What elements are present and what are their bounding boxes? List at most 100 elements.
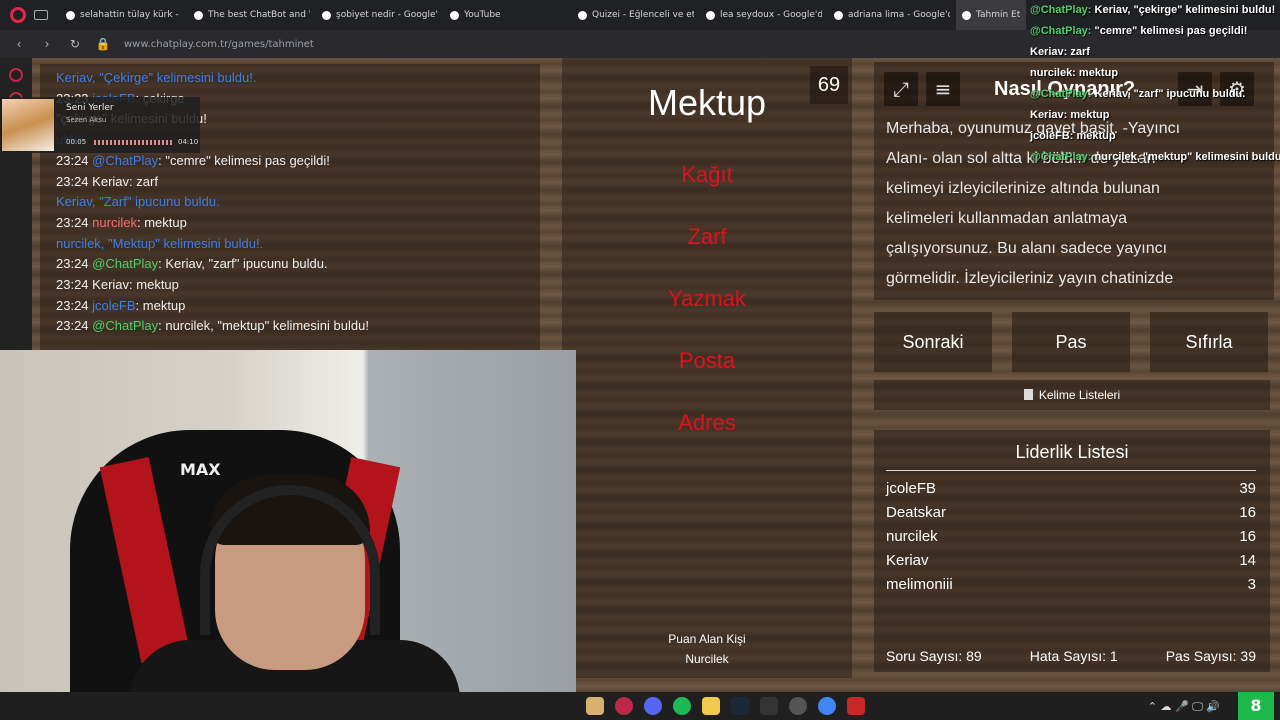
browser-tab[interactable]: The best ChatBot and Wid [188, 0, 316, 30]
document-icon[interactable]: ≡ [926, 72, 960, 106]
chat-message: 23:24 jcoleFB: mektup [56, 296, 524, 317]
app-icon[interactable] [789, 697, 807, 715]
chat-username[interactable]: @ChatPlay [92, 256, 158, 271]
folder-icon[interactable] [702, 697, 720, 715]
browser-tab[interactable]: Tahmin Et - [956, 0, 1026, 30]
chat-text: : mektup [135, 297, 186, 313]
overlay-chat-message: @ChatPlay: Keriav, "çekirge" kelimesini … [1030, 0, 1280, 21]
leaderboard-score: 16 [1239, 528, 1256, 545]
divider [886, 470, 1256, 471]
song-title: Seni Yerler [66, 103, 114, 113]
chat-message: 23:24 @ChatPlay: Keriav, "zarf" ipucunu … [56, 254, 524, 275]
app-icon[interactable] [760, 697, 778, 715]
overlay-chat-user: nurcilek: [1030, 67, 1076, 79]
tab-overview-icon[interactable] [34, 10, 48, 20]
overlay-chat-text: nurcilek, "mektup" kelimesini buldu! [1091, 151, 1280, 163]
overlay-chat: @ChatPlay: Keriav, "çekirge" kelimesini … [1030, 0, 1280, 190]
chat-text: : mektup [136, 214, 187, 230]
chat-username[interactable]: @ChatPlay [92, 153, 158, 168]
chat-time: 23:24 [56, 297, 89, 313]
tab-favicon-icon [706, 10, 715, 20]
browser-tab[interactable]: lea seydoux - Google'da A [700, 0, 828, 30]
reset-button[interactable]: Sıfırla [1150, 312, 1268, 372]
chat-username[interactable]: @ChatPlay [92, 318, 158, 333]
word-lists-button[interactable]: Kelime Listeleri [874, 380, 1270, 410]
leaderboard-row: jcoleFB 39 [886, 480, 1256, 502]
tab-favicon-icon [578, 10, 587, 20]
chat-text: : nurcilek, "mektup" kelimesini buldu! [158, 318, 369, 334]
chrome-icon[interactable] [818, 697, 836, 715]
song-waveform [94, 140, 172, 145]
chat-username[interactable]: nurcilek [92, 215, 137, 230]
overlay-chat-user: @ChatPlay: [1030, 25, 1092, 37]
chat-username[interactable]: Keriav [92, 174, 129, 189]
overlay-chat-user: @ChatPlay: [1030, 151, 1092, 163]
chat-time: 23:24 [56, 318, 89, 334]
opera-logo-icon[interactable] [10, 7, 26, 23]
tab-label: Tahmin Et - [976, 10, 1020, 20]
tab-favicon-icon [194, 10, 203, 20]
scorer-name: Nurcilek [685, 652, 729, 666]
browser-tab[interactable]: şobiyet nedir - Google'da [316, 0, 444, 30]
back-icon[interactable]: ‹ [10, 37, 28, 51]
system-tray[interactable]: ⌃ ☁ 🎤 🖵 🔊 [1148, 700, 1220, 714]
error-count: Hata Sayısı: 1 [1029, 648, 1118, 664]
chat-username[interactable]: jcoleFB [92, 298, 135, 313]
webcam-feed: MAX [0, 350, 576, 692]
chat-username[interactable]: Keriav, [56, 70, 96, 85]
chat-username[interactable]: nurcilek, [56, 236, 104, 251]
overlay-chat-text: zarf [1067, 46, 1090, 58]
app-icon[interactable] [586, 697, 604, 715]
app-icon[interactable] [847, 697, 865, 715]
target-word: Mektup [647, 82, 767, 123]
tab-label: selahattin tülay kürk - Goo [80, 10, 182, 20]
tab-label: adriana lima - Google'da A [848, 10, 950, 20]
fullscreen-icon[interactable]: ⤢ [884, 72, 918, 106]
chat-text: : zarf [129, 173, 158, 189]
browser-tab[interactable]: adriana lima - Google'da A [828, 0, 956, 30]
chat-username[interactable]: Keriav [92, 277, 129, 292]
tab-favicon-icon [834, 10, 843, 20]
leaderboard-name: Deatskar [886, 504, 947, 521]
leaderboard-name: jcoleFB [886, 480, 937, 497]
chair-logo: MAX [180, 460, 221, 479]
browser-tab[interactable]: selahattin tülay kürk - Goo [60, 0, 188, 30]
leaderboard-row: nurcilek 16 [886, 528, 1256, 550]
spotify-icon[interactable] [673, 697, 691, 715]
scorer-label: Puan Alan Kişi [668, 632, 746, 646]
opera-taskbar-icon[interactable] [615, 697, 633, 715]
leaderboard-name: Keriav [886, 552, 929, 569]
chat-time: 23:24 [56, 256, 89, 272]
url-field[interactable]: www.chatplay.com.tr/games/tahminet [124, 39, 314, 50]
tab-favicon-icon [450, 10, 459, 20]
chat-text: "Zarf" ipucunu buldu. [95, 194, 220, 210]
forbidden-word: Zarf [687, 224, 727, 249]
steam-icon[interactable] [731, 697, 749, 715]
overlay-chat-text: mektup [1075, 67, 1119, 79]
leaderboard-name: melimoniii [886, 576, 953, 593]
browser-tab[interactable]: YouTube [444, 0, 572, 30]
discord-icon[interactable] [644, 697, 662, 715]
corner-logo: 8 [1238, 692, 1274, 720]
chat-text: : mektup [129, 277, 179, 293]
chat-message: Keriav, "Çekirge" kelimesini buldu!. [56, 68, 524, 89]
chat-message: 23:24 @ChatPlay: "cemre" kelimesi pas ge… [56, 151, 524, 172]
chat-text: : Keriav, "zarf" ipucunu buldu. [158, 256, 328, 272]
sidebar-messenger-icon[interactable] [9, 68, 23, 82]
streamer-word-panel: 69 Mektup Kağıt Zarf Yazmak Posta Adres Puan… [562, 58, 852, 678]
leaderboard-score: 3 [1247, 576, 1256, 593]
lock-icon: 🔒 [95, 37, 111, 51]
leaderboard-panel: Liderlik Listesi jcoleFB 39 Deatskar 16 nurc… [874, 430, 1270, 672]
tab-label: lea seydoux - Google'da A [720, 10, 822, 20]
forward-icon[interactable]: › [38, 37, 56, 51]
overlay-chat-message: Keriav: mektup [1030, 105, 1280, 126]
pass-button[interactable]: Pas [1012, 312, 1130, 372]
song-elapsed: 00:05 [66, 138, 87, 146]
forbidden-word: Yazmak [668, 286, 746, 311]
next-button[interactable]: Sonraki [874, 312, 992, 372]
reload-icon[interactable]: ↻ [66, 37, 84, 51]
chat-username[interactable]: Keriav, [56, 194, 96, 209]
chat-time: 23:24 [56, 152, 89, 168]
browser-tab[interactable]: Quizei - Eğlenceli ve etkil [572, 0, 700, 30]
game-stats: Soru Sayısı: 89 Hata Sayısı: 1 Pas Sayıs… [886, 648, 1256, 664]
